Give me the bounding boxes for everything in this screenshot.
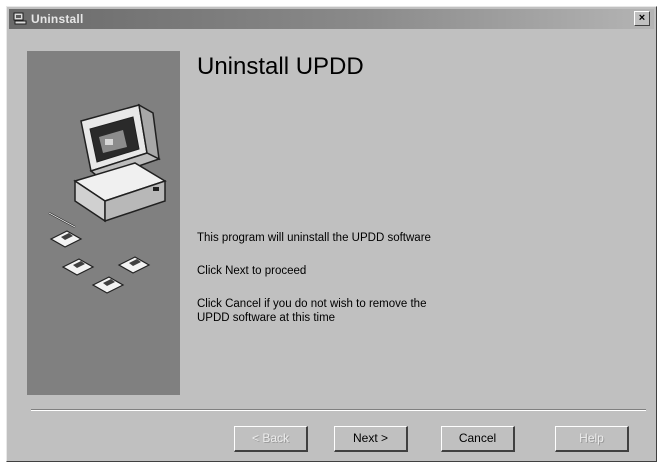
- floppy-disk-icon: [49, 230, 83, 248]
- proceed-instruction: Click Next to proceed: [197, 265, 307, 277]
- divider: [31, 409, 646, 411]
- uninstall-icon: [13, 12, 27, 25]
- title-bar[interactable]: Uninstall ×: [9, 9, 654, 29]
- help-button[interactable]: Help: [555, 426, 629, 452]
- close-icon: ×: [638, 12, 646, 24]
- cancel-instruction-line1: Click Cancel if you do not wish to remov…: [197, 298, 427, 310]
- computer-icon: [48, 103, 167, 294]
- cancel-instruction: Click Cancel if you do not wish to remov…: [197, 297, 497, 325]
- window-title: Uninstall: [31, 12, 84, 26]
- back-button[interactable]: < Back: [234, 426, 308, 452]
- page-title: Uninstall UPDD: [197, 53, 364, 80]
- cancel-instruction-line2: UPDD software at this time: [197, 312, 336, 324]
- uninstall-dialog: Uninstall × Uninstall UPDD This program …: [6, 6, 657, 462]
- next-button[interactable]: Next >: [334, 426, 408, 452]
- uninstall-description: This program will uninstall the UPDD sof…: [197, 232, 431, 244]
- cancel-button[interactable]: Cancel: [441, 426, 515, 452]
- close-button[interactable]: ×: [634, 11, 650, 26]
- side-panel: [27, 51, 180, 395]
